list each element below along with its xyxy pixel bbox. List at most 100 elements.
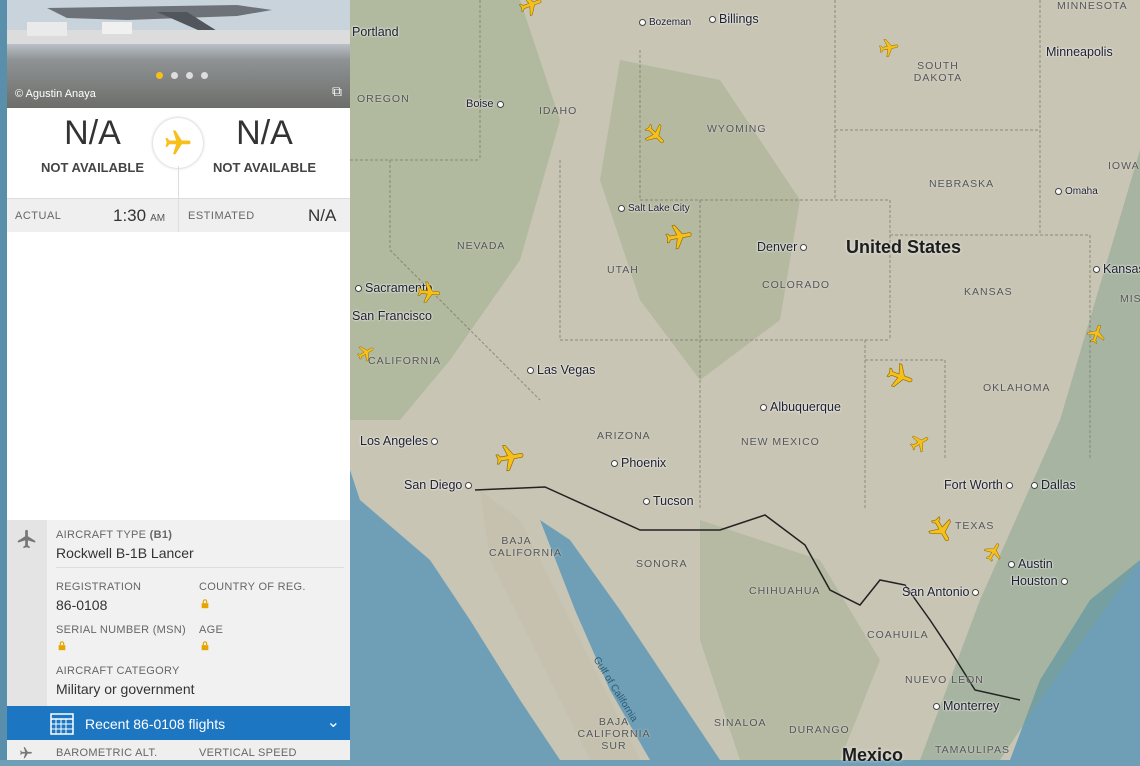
city-san-diego[interactable]: San Diego (404, 478, 475, 492)
city-austin[interactable]: Austin (1005, 557, 1053, 571)
flight-info-panel: © Agustin Anaya ⧉ N/A NOT AVAILABLE N/A … (7, 0, 350, 760)
state-arizona: ARIZONA (597, 430, 651, 442)
aircraft-marker-icon[interactable] (885, 362, 915, 392)
state-baja-california-sur: BAJA CALIFORNIA SUR (577, 716, 651, 752)
state-baja-california: BAJA CALIFORNIA (489, 535, 563, 559)
city-portland[interactable]: Portland (352, 25, 399, 39)
city-tucson[interactable]: Tucson (640, 494, 694, 508)
aircraft-marker-icon[interactable] (664, 222, 694, 252)
state-utah: UTAH (607, 264, 639, 276)
state-chihuahua: CHIHUAHUA (749, 585, 821, 597)
aircraft-marker-icon[interactable] (416, 280, 442, 306)
aircraft-marker-icon[interactable] (909, 432, 931, 454)
aircraft-type-value[interactable]: Rockwell B-1B Lancer (56, 545, 194, 561)
city-minneapolis[interactable]: Minneapolis (1046, 45, 1113, 59)
carousel-dot[interactable] (156, 72, 163, 79)
city-omaha[interactable]: Omaha (1052, 186, 1098, 197)
photo-carousel-dots[interactable] (152, 66, 212, 84)
state-iowa: IOWA (1108, 160, 1140, 172)
state-oregon: OREGON (357, 93, 410, 105)
aircraft-marker-icon[interactable] (494, 442, 526, 474)
aircraft-marker-icon[interactable] (356, 343, 376, 363)
state-colorado: COLORADO (762, 279, 831, 291)
destination-code[interactable]: N/A (179, 114, 350, 153)
carousel-dot[interactable] (171, 72, 178, 79)
city-billings[interactable]: Billings (706, 12, 759, 26)
city-houston[interactable]: Houston (1011, 574, 1071, 588)
lock-icon[interactable] (57, 641, 67, 651)
recent-flights-button[interactable]: Recent 86-0108 flights ⌄ (7, 706, 350, 740)
city-boise[interactable]: Boise (466, 98, 507, 110)
times-row: ACTUAL 1:30 AM ESTIMATED N/A (7, 198, 350, 233)
barometric-alt-label: BAROMETRIC ALT. (56, 747, 158, 759)
city-monterrey[interactable]: Monterrey (930, 699, 999, 713)
aircraft-side-bar (7, 520, 47, 706)
chevron-down-icon[interactable]: ⌄ (327, 712, 340, 732)
vertical-speed-label: VERTICAL SPEED (199, 747, 297, 759)
city-san-francisco[interactable]: San Francisco (352, 309, 432, 323)
state-texas: TEXAS (955, 520, 995, 532)
origin-name: NOT AVAILABLE (40, 160, 145, 175)
registration-value[interactable]: 86-0108 (56, 597, 107, 613)
city-san-antonio[interactable]: San Antonio (902, 585, 982, 599)
city-bozeman[interactable]: Bozeman (636, 17, 691, 28)
state-tamaulipas: TAMAULIPAS (935, 744, 1010, 756)
lock-icon[interactable] (200, 599, 210, 609)
state-coahuila: COAHUILA (867, 629, 929, 641)
city-denver[interactable]: Denver (757, 240, 810, 254)
route-plane-icon (153, 118, 203, 168)
lock-icon[interactable] (200, 641, 210, 651)
external-link-icon[interactable]: ⧉ (332, 83, 342, 100)
aircraft-marker-icon[interactable] (983, 541, 1005, 563)
city-los-angeles[interactable]: Los Angeles (360, 434, 441, 448)
city-salt-lake-city[interactable]: Salt Lake City (615, 203, 690, 214)
carousel-dot[interactable] (186, 72, 193, 79)
city-dallas[interactable]: Dallas (1028, 478, 1076, 492)
origin-code[interactable]: N/A (7, 114, 178, 153)
jet-silhouette (7, 0, 350, 44)
carousel-dot[interactable] (201, 72, 208, 79)
city-las-vegas[interactable]: Las Vegas (524, 363, 595, 377)
aircraft-marker-icon[interactable] (518, 0, 544, 18)
estimated-time: N/A (308, 206, 337, 225)
state-missouri: MIS (1120, 293, 1140, 305)
city-albuquerque[interactable]: Albuquerque (757, 400, 841, 414)
state-south-dakota: SOUTH DAKOTA (913, 60, 963, 84)
aircraft-type-label: AIRCRAFT TYPE (B1) (56, 529, 173, 541)
registration-label: REGISTRATION (56, 581, 142, 593)
aircraft-photo[interactable]: © Agustin Anaya ⧉ (7, 0, 350, 108)
country-label-mexico: Mexico (842, 745, 904, 765)
aircraft-details: AIRCRAFT TYPE (B1) Rockwell B-1B Lancer … (7, 520, 350, 706)
state-kansas: KANSAS (964, 286, 1013, 298)
state-nebraska: NEBRASKA (929, 178, 995, 190)
state-new-mexico: NEW MEXICO (741, 436, 820, 448)
city-fort-worth[interactable]: Fort Worth (944, 478, 1016, 492)
state-nuevo-leon: NUEVO LEON (905, 674, 984, 686)
state-minnesota: MINNESOTA (1057, 0, 1128, 12)
age-label: AGE (199, 624, 224, 636)
estimated-label: ESTIMATED (188, 210, 255, 222)
country-label-us: United States (846, 237, 962, 257)
aircraft-marker-icon[interactable] (1086, 323, 1108, 345)
state-sinaloa: SINALOA (714, 717, 767, 729)
recent-flights-label: Recent 86-0108 flights (85, 716, 226, 732)
state-california: CALIFORNIA (368, 355, 442, 367)
state-idaho: IDAHO (539, 105, 578, 117)
state-nevada: NEVADA (457, 240, 506, 252)
route-divider (178, 166, 179, 198)
actual-time: 1:30 AM (113, 206, 166, 225)
photo-credit: © Agustin Anaya (15, 88, 96, 100)
state-sonora: SONORA (636, 558, 688, 570)
destination-name: NOT AVAILABLE (212, 160, 317, 175)
country-of-reg-label: COUNTRY OF REG. (199, 581, 306, 593)
calendar-icon (50, 713, 74, 735)
aircraft-category-value: Military or government (56, 681, 195, 697)
aircraft-marker-icon[interactable] (926, 515, 956, 545)
city-phoenix[interactable]: Phoenix (608, 456, 666, 470)
aircraft-marker-icon[interactable] (878, 37, 900, 59)
aircraft-category-label: AIRCRAFT CATEGORY (56, 665, 180, 677)
times-divider (178, 199, 179, 232)
city-kansas[interactable]: Kansas (1090, 262, 1140, 276)
serial-number-label: SERIAL NUMBER (MSN) (56, 624, 186, 636)
aircraft-marker-icon[interactable] (642, 122, 668, 148)
